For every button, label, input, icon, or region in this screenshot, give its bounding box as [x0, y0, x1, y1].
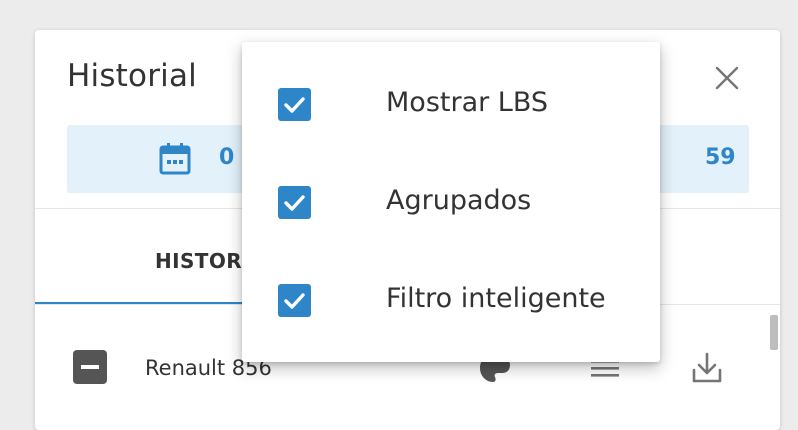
date-start-text: 0 [219, 145, 235, 170]
menu-item-label: Agrupados [386, 185, 532, 216]
download-icon[interactable] [687, 348, 727, 388]
menu-item-agrupados[interactable]: Agrupados [242, 154, 660, 250]
close-button[interactable] [707, 58, 747, 98]
checkbox-checked[interactable] [278, 186, 311, 219]
check-icon [284, 195, 305, 211]
check-icon [284, 97, 305, 113]
check-icon [284, 293, 305, 309]
menu-item-label: Mostrar LBS [386, 87, 549, 118]
calendar-icon [159, 143, 191, 175]
checkbox-checked[interactable] [278, 88, 311, 121]
menu-item-mostrar-lbs[interactable]: Mostrar LBS [242, 56, 660, 152]
close-icon [715, 66, 739, 90]
options-menu: Mostrar LBS Agrupados Filtro inteligente [242, 42, 660, 362]
date-end-text: 59 [705, 145, 736, 170]
checkbox-checked[interactable] [278, 284, 311, 317]
scrollbar-thumb[interactable] [770, 315, 778, 350]
select-checkbox-indeterminate[interactable] [73, 350, 107, 384]
page-title: Historial [67, 58, 197, 94]
menu-item-label: Filtro inteligente [386, 283, 606, 314]
menu-item-filtro-inteligente[interactable]: Filtro inteligente [242, 252, 660, 348]
tab-historial[interactable]: HISTORIAL [35, 209, 279, 305]
